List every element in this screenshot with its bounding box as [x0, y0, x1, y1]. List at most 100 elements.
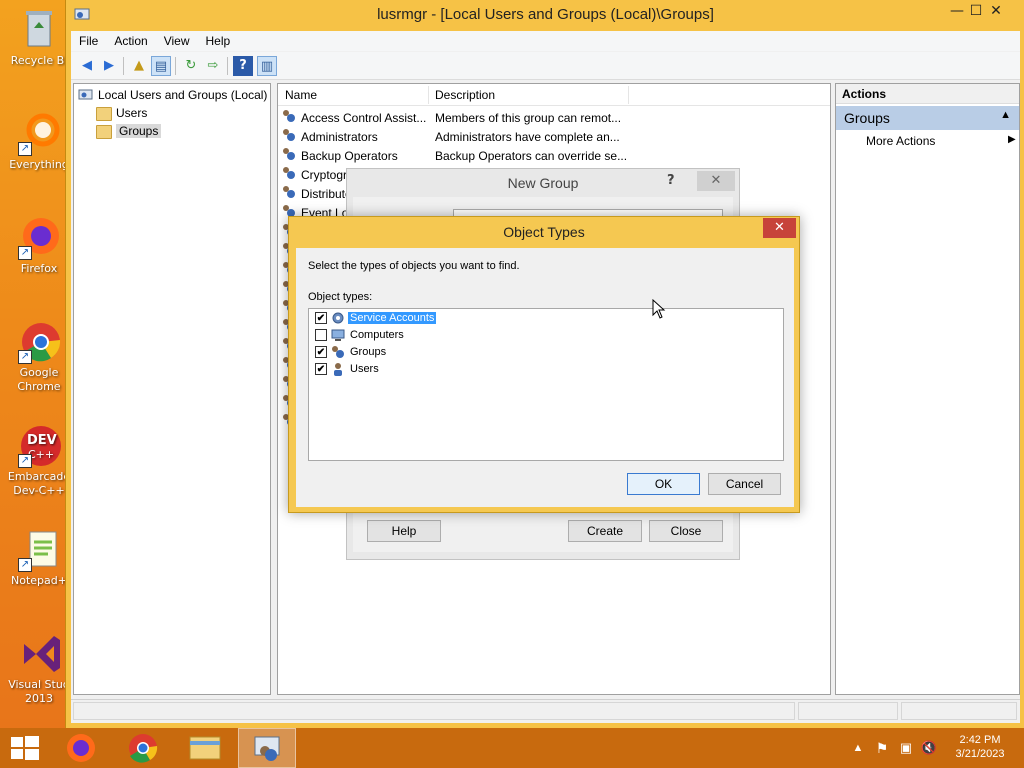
- object-type-label: Users: [350, 363, 379, 375]
- everything-icon: ↗: [16, 110, 62, 156]
- group-icon: [282, 147, 296, 161]
- window-title: lusrmgr - [Local Users and Groups (Local…: [377, 6, 714, 23]
- help-button[interactable]: Help: [367, 520, 441, 542]
- computer-icon: [331, 328, 345, 342]
- object-type-service-accounts[interactable]: ✔ Service Accounts: [315, 310, 437, 326]
- taskbar-firefox[interactable]: [52, 728, 110, 768]
- desktop-icon-label: Firefox: [20, 262, 58, 275]
- column-separator[interactable]: [628, 86, 629, 104]
- toolbar: ◀ ▶ ▲ ▤ ↻ ⇨ ? ▥: [71, 52, 1020, 80]
- folder-icon: [96, 124, 112, 139]
- object-type-groups[interactable]: ✔ Groups: [315, 344, 388, 360]
- console-tree: Local Users and Groups (Local) Users Gro…: [73, 83, 271, 695]
- tree-root[interactable]: Local Users and Groups (Local): [78, 87, 267, 104]
- taskbar-chrome[interactable]: [114, 728, 172, 768]
- desktop-icon-label: Everything: [9, 158, 69, 171]
- row-name: Access Control Assist...: [301, 111, 427, 125]
- column-header-description[interactable]: Description: [435, 88, 495, 102]
- group-icon: [282, 128, 296, 142]
- column-header-name[interactable]: Name: [285, 88, 317, 102]
- object-type-label: Computers: [350, 329, 404, 341]
- actions-pane: Actions Groups ▲ More Actions ▶: [835, 83, 1020, 695]
- ok-button[interactable]: OK: [627, 473, 700, 495]
- status-cell: [73, 702, 795, 720]
- tree-item-groups[interactable]: Groups: [96, 123, 162, 140]
- checkbox-computers[interactable]: [315, 329, 327, 342]
- menu-help[interactable]: Help: [198, 31, 239, 48]
- export-list-icon[interactable]: ⇨: [203, 56, 223, 76]
- collapse-up-icon[interactable]: ▲: [1000, 109, 1011, 121]
- recycle-bin-icon: [16, 6, 62, 52]
- actions-group-label: Groups: [844, 110, 890, 126]
- status-bar: [71, 699, 1020, 721]
- visual-studio-icon: [16, 630, 62, 676]
- shortcut-arrow-icon: ↗: [18, 454, 32, 468]
- start-button[interactable]: [0, 728, 58, 768]
- actions-group-groups[interactable]: Groups ▲: [836, 106, 1019, 130]
- notepadpp-icon: ↗: [16, 526, 62, 572]
- tree-item-users[interactable]: Users: [96, 105, 147, 122]
- toolbar-separator: [123, 57, 124, 75]
- desktop-icon-label: Recycle Bi: [10, 54, 68, 67]
- checkbox-service-accounts[interactable]: ✔: [315, 312, 327, 325]
- object-types-close-icon[interactable]: ✕: [763, 218, 796, 238]
- object-type-users[interactable]: ✔ Users: [315, 361, 381, 377]
- back-arrow-icon[interactable]: ◀: [77, 56, 97, 76]
- menu-file[interactable]: File: [71, 31, 106, 48]
- taskbar-lusrmgr[interactable]: [238, 728, 296, 768]
- submenu-arrow-icon: ▶: [1008, 134, 1016, 145]
- refresh-icon[interactable]: ↻: [181, 56, 201, 76]
- menu-action[interactable]: Action: [106, 31, 155, 48]
- new-group-title: New Group: [507, 175, 579, 191]
- help-question-icon[interactable]: ?: [667, 173, 675, 188]
- taskbar-file-explorer[interactable]: [176, 728, 234, 768]
- close-button[interactable]: Close: [649, 520, 723, 542]
- volume-muted-icon[interactable]: 🔇: [920, 728, 938, 768]
- checkbox-groups[interactable]: ✔: [315, 346, 327, 359]
- object-type-label: Service Accounts: [348, 312, 437, 324]
- chrome-icon: ↗: [16, 318, 62, 364]
- gear-icon: [331, 311, 345, 325]
- show-hide-action-pane-icon[interactable]: ▥: [257, 56, 277, 76]
- list-header: Name Description: [278, 84, 830, 106]
- computer-users-icon: [78, 89, 94, 103]
- tree-item-label: Groups: [116, 124, 162, 138]
- row-description: Administrators have complete an...: [435, 130, 620, 144]
- cancel-button[interactable]: Cancel: [708, 473, 781, 495]
- show-hidden-icons-icon[interactable]: ▲: [850, 728, 866, 768]
- create-button[interactable]: Create: [568, 520, 642, 542]
- object-types-body: Select the types of objects you want to …: [296, 248, 794, 507]
- clock[interactable]: 2:42 PM 3/21/2023: [944, 728, 1016, 768]
- object-type-label: Groups: [350, 346, 387, 358]
- help-icon[interactable]: ?: [233, 56, 253, 76]
- folder-icon: [96, 106, 112, 121]
- row-description: Members of this group can remot...: [435, 111, 622, 125]
- windows-logo-icon: [11, 736, 39, 760]
- up-folder-icon[interactable]: ▲: [129, 56, 149, 76]
- table-row[interactable]: Administrators Administrators have comple…: [282, 128, 830, 147]
- group-icon: [282, 109, 296, 123]
- clock-time: 2:42 PM: [959, 734, 1001, 746]
- column-separator[interactable]: [428, 86, 429, 104]
- row-name: Administrators: [301, 130, 378, 144]
- forward-arrow-icon[interactable]: ▶: [99, 56, 119, 76]
- checkbox-users[interactable]: ✔: [315, 363, 327, 376]
- network-icon[interactable]: ▣: [897, 728, 915, 768]
- object-type-computers[interactable]: Computers: [315, 327, 406, 343]
- more-actions-item[interactable]: More Actions ▶: [866, 134, 1016, 148]
- file-explorer-icon: [189, 736, 221, 760]
- desktop-icon-label: Google Chrome: [17, 366, 61, 393]
- desktop-icon-label: Visual Stud 2013: [8, 678, 70, 705]
- new-group-close-icon[interactable]: ✕: [697, 171, 735, 191]
- firefox-icon: [67, 734, 95, 762]
- table-row[interactable]: Backup Operators Backup Operators can ove…: [282, 147, 830, 166]
- action-center-flag-icon[interactable]: ⚑: [873, 728, 891, 768]
- group-icon: [331, 345, 345, 359]
- devcpp-icon: DEV C++ ↗: [16, 422, 62, 468]
- svg-text:DEV: DEV: [27, 433, 57, 448]
- close-window-button[interactable]: ✕: [979, 0, 1013, 22]
- table-row[interactable]: Access Control Assist... Members of this …: [282, 109, 830, 128]
- title-bar[interactable]: lusrmgr - [Local Users and Groups (Local…: [66, 0, 1024, 31]
- show-hide-console-tree-icon[interactable]: ▤: [151, 56, 171, 76]
- menu-view[interactable]: View: [156, 31, 198, 48]
